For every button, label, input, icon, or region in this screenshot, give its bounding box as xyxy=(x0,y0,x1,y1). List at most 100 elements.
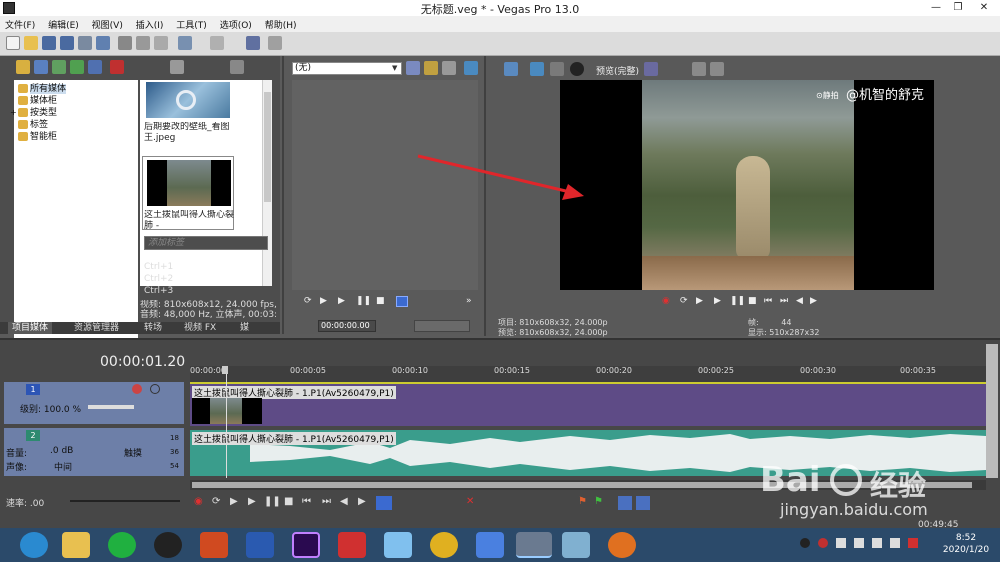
search-icon[interactable] xyxy=(88,60,102,74)
rate-slider[interactable] xyxy=(70,500,180,502)
vegas-taskbar-icon[interactable] xyxy=(516,532,552,558)
timeline-vscroll[interactable] xyxy=(986,344,998,478)
copy-icon[interactable] xyxy=(136,36,150,50)
remove-icon[interactable] xyxy=(110,60,124,74)
tree-item-by-type[interactable]: + 按类型 xyxy=(10,107,138,119)
file-explorer-icon[interactable] xyxy=(62,532,90,558)
copy-snapshot-icon[interactable] xyxy=(692,62,706,76)
menu-help[interactable]: 帮助(H) xyxy=(260,16,302,31)
menu-tools[interactable]: 工具(T) xyxy=(171,16,212,31)
tray-icon[interactable] xyxy=(872,538,882,548)
overlays-icon[interactable] xyxy=(644,62,658,76)
edit-tool-icon[interactable] xyxy=(376,496,392,510)
trimmer-mark-icon[interactable] xyxy=(396,296,408,307)
solo-icon[interactable] xyxy=(150,384,160,394)
paste-icon[interactable] xyxy=(154,36,168,50)
loop-icon[interactable]: ⟳ xyxy=(304,296,312,306)
external-monitor-icon[interactable] xyxy=(530,62,544,76)
views-icon[interactable] xyxy=(230,60,244,74)
edit-tool-icon[interactable] xyxy=(246,36,260,50)
go-to-end-icon[interactable]: ⏭ xyxy=(780,296,788,306)
open-icon[interactable] xyxy=(24,36,38,50)
tray-icon[interactable] xyxy=(836,538,846,548)
import-icon[interactable] xyxy=(16,60,30,74)
region-icon[interactable]: ⚑ xyxy=(594,496,603,507)
stop-icon[interactable]: ■ xyxy=(376,296,385,306)
menu-options[interactable]: 选项(O) xyxy=(215,16,257,31)
split-screen-icon[interactable] xyxy=(570,62,584,76)
delete-icon[interactable]: ✕ xyxy=(466,496,474,507)
go-to-start-icon[interactable]: ⏮ xyxy=(302,496,311,507)
tray-icon[interactable] xyxy=(908,538,918,548)
properties-icon[interactable] xyxy=(96,36,110,50)
preview-quality-select[interactable]: 预览(完整) xyxy=(596,64,639,77)
capture-icon[interactable] xyxy=(34,60,48,74)
undo-icon[interactable] xyxy=(178,36,192,50)
start-button[interactable] xyxy=(20,532,48,558)
save-snapshot-icon[interactable] xyxy=(710,62,724,76)
menu-view[interactable]: 视图(V) xyxy=(87,16,128,31)
app-icon-3[interactable] xyxy=(476,532,504,558)
prev-frame-icon[interactable]: ◀ xyxy=(340,496,348,507)
render-icon[interactable] xyxy=(78,36,92,50)
app-icon-1[interactable] xyxy=(338,532,366,558)
tray-icon[interactable] xyxy=(818,538,828,548)
premiere-icon[interactable] xyxy=(292,532,320,558)
cut-icon[interactable] xyxy=(118,36,132,50)
redo-icon[interactable] xyxy=(210,36,224,50)
loop-icon[interactable]: ⟳ xyxy=(680,296,688,306)
play-from-start-icon[interactable]: ▶ xyxy=(696,296,703,306)
go-to-start-icon[interactable]: ⏮ xyxy=(764,296,772,306)
envelope-tool-icon[interactable] xyxy=(268,36,282,50)
powerpoint-icon[interactable] xyxy=(200,532,228,558)
app-icon-2[interactable] xyxy=(384,532,412,558)
next-frame-icon[interactable]: ▶ xyxy=(358,496,366,507)
stop-icon[interactable]: ■ xyxy=(748,296,757,306)
app-icon-5[interactable] xyxy=(608,532,636,558)
trimmer-tool-3-icon[interactable] xyxy=(442,61,456,75)
touch-mode[interactable]: 触摸 xyxy=(124,446,142,459)
tab-video-fx[interactable]: 视频 FX xyxy=(180,322,220,334)
audio-clip-label[interactable]: 这土拨鼠叫得人撕心裂肺 - 1.P1(Av5260479,P1) xyxy=(192,432,396,445)
tab-explorer[interactable]: 资源管理器 xyxy=(70,322,123,334)
fx-icon[interactable] xyxy=(550,62,564,76)
play-from-start-icon[interactable]: ▶ xyxy=(320,296,327,306)
tray-icon[interactable] xyxy=(800,538,810,548)
chevron-down-icon[interactable]: ▼ xyxy=(392,64,397,72)
playhead-handle[interactable] xyxy=(222,366,228,374)
record-icon[interactable]: ◉ xyxy=(194,496,203,507)
trimmer-select[interactable]: (无) xyxy=(292,62,402,75)
auto-ripple-icon[interactable] xyxy=(636,496,650,510)
expand-icon[interactable]: + xyxy=(10,107,17,119)
media-item[interactable]: 后期要改的壁纸_看图王.jpeg xyxy=(144,82,256,152)
tray-icon[interactable] xyxy=(890,538,900,548)
tree-item-all-media[interactable]: 所有媒体 xyxy=(18,83,138,95)
stop-icon[interactable]: ■ xyxy=(284,496,293,507)
word-icon[interactable] xyxy=(246,532,274,558)
trimmer-range-bar[interactable] xyxy=(414,320,470,332)
tag-input[interactable]: 添加标签 xyxy=(144,236,268,250)
menu-edit[interactable]: 编辑(E) xyxy=(43,16,84,31)
pause-icon[interactable]: ❚❚ xyxy=(730,296,745,306)
chrome-icon[interactable] xyxy=(430,532,458,558)
prev-frame-icon[interactable]: ◀ xyxy=(796,296,803,306)
playhead-line[interactable] xyxy=(226,374,227,478)
play-from-start-icon[interactable]: ▶ xyxy=(230,496,238,507)
media-scrollbar[interactable] xyxy=(262,80,272,286)
new-icon[interactable] xyxy=(6,36,20,50)
more-icon[interactable]: » xyxy=(466,296,472,306)
tree-item-tags[interactable]: 标签 xyxy=(18,119,138,131)
save-icon[interactable] xyxy=(42,36,56,50)
mute-icon[interactable] xyxy=(132,384,142,394)
clock[interactable]: 8:52 2020/1/20 xyxy=(936,532,996,556)
trimmer-tool-1-icon[interactable] xyxy=(406,61,420,75)
tree-item-bins[interactable]: 媒体柜 xyxy=(18,95,138,107)
snap-icon[interactable] xyxy=(618,496,632,510)
trimmer-tool-2-icon[interactable] xyxy=(424,61,438,75)
refresh-icon[interactable] xyxy=(70,60,84,74)
tab-transitions[interactable]: 转场 xyxy=(140,322,166,334)
tab-media-generators[interactable]: 媒 xyxy=(236,322,253,334)
next-frame-icon[interactable]: ▶ xyxy=(810,296,817,306)
record-icon[interactable]: ◉ xyxy=(662,296,670,306)
play-icon[interactable]: ▶ xyxy=(248,496,256,507)
